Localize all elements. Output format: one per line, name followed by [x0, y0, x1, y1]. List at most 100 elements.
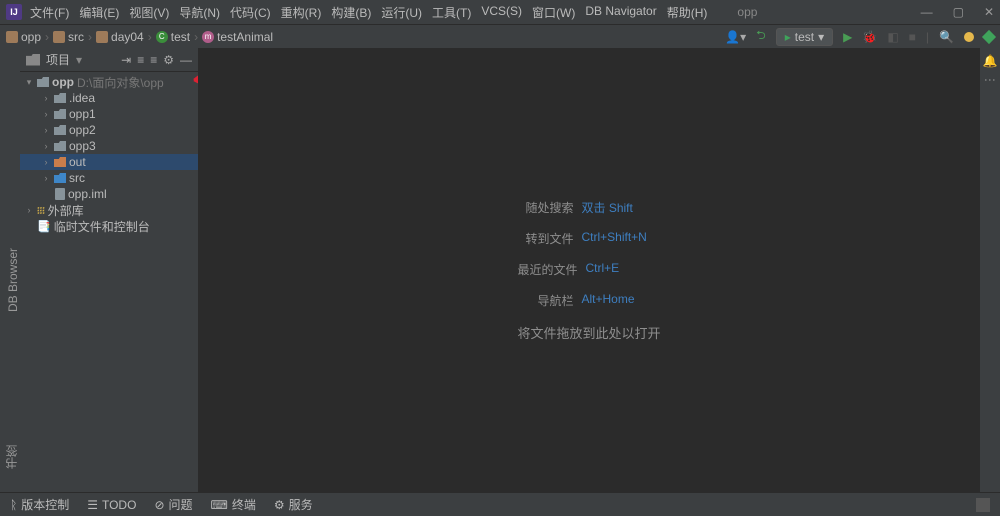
- menu-window[interactable]: 窗口(W): [532, 4, 575, 21]
- module-icon: [54, 125, 66, 135]
- notifications-icon[interactable]: 🔔: [983, 54, 998, 68]
- main-menu: 文件(F) 编辑(E) 视图(V) 导航(N) 代码(C) 重构(R) 构建(B…: [30, 4, 707, 21]
- run-config-dropdown[interactable]: ▸test▾: [776, 28, 833, 46]
- menu-build[interactable]: 构建(B): [331, 4, 371, 21]
- chevron-down-icon[interactable]: ▾: [76, 53, 82, 67]
- crumb-test[interactable]: Ctest: [156, 30, 190, 44]
- tool-window-toggle-icon[interactable]: [976, 498, 990, 512]
- tool-todo[interactable]: ☰TODO: [87, 498, 136, 512]
- toolbar-right: 👤▾ ⮌ ▸test▾ ▶ 🐞 ◧ ■ | 🔍: [725, 26, 994, 47]
- vcs-icon: ᚱ: [10, 498, 17, 512]
- project-icon: [26, 54, 40, 66]
- window-title: opp: [737, 5, 757, 19]
- menu-dbnav[interactable]: DB Navigator: [585, 4, 656, 21]
- ide-update-icon[interactable]: [964, 32, 974, 42]
- test-icon: C: [156, 31, 168, 43]
- tree-root[interactable]: ▾ opp D:\面向对象\opp: [20, 74, 198, 90]
- tree-item-opp2[interactable]: ›opp2: [20, 122, 198, 138]
- tree-item-idea[interactable]: ›.idea: [20, 90, 198, 106]
- maximize-icon[interactable]: ▢: [953, 5, 964, 19]
- build-icon[interactable]: ⮌: [756, 26, 766, 47]
- ide-status-icon[interactable]: [982, 29, 996, 43]
- module-icon: [37, 77, 49, 87]
- stop-icon[interactable]: ■: [909, 30, 916, 44]
- menu-tools[interactable]: 工具(T): [432, 4, 471, 21]
- menu-vcs[interactable]: VCS(S): [481, 4, 522, 21]
- method-icon: m: [202, 31, 214, 43]
- debug-icon[interactable]: 🐞: [862, 30, 877, 44]
- search-icon[interactable]: 🔍: [939, 30, 954, 44]
- problems-icon: ⊘: [154, 498, 164, 512]
- editor-empty-state: 随处搜索双击 Shift 转到文件Ctrl+Shift+N 最近的文件Ctrl+…: [198, 48, 980, 492]
- hide-icon[interactable]: —: [180, 53, 192, 67]
- gutter-db-browser[interactable]: DB Browser: [6, 244, 20, 316]
- close-icon[interactable]: ✕: [984, 5, 994, 19]
- folder-icon: [54, 93, 66, 103]
- crumb-opp[interactable]: opp: [6, 30, 41, 44]
- libraries-icon: ᎒᎒᎒: [37, 203, 45, 218]
- hint-goto-file: 转到文件Ctrl+Shift+N: [517, 230, 660, 247]
- output-folder-icon: [54, 157, 66, 167]
- menu-code[interactable]: 代码(C): [230, 4, 271, 21]
- tree-item-iml[interactable]: opp.iml: [20, 186, 198, 202]
- project-header-label[interactable]: 项目: [46, 51, 70, 68]
- scratches-icon: 📑: [37, 220, 51, 233]
- right-tool-gutter: 🔔 ⋮: [980, 48, 1000, 492]
- database-icon[interactable]: ⋮: [983, 74, 997, 86]
- menu-edit[interactable]: 编辑(E): [79, 4, 119, 21]
- menu-refactor[interactable]: 重构(R): [281, 4, 322, 21]
- folder-icon: [96, 31, 108, 43]
- tree-item-opp3[interactable]: ›opp3: [20, 138, 198, 154]
- tree-libs[interactable]: ›᎒᎒᎒外部库: [20, 202, 198, 218]
- project-tool-window: 项目 ▾ ⇥ ≡ ≡ ⚙ — ▾ opp D:\面向对象\opp ›.idea …: [20, 48, 198, 492]
- folder-icon: [6, 31, 18, 43]
- terminal-icon: ⌨: [211, 498, 228, 512]
- hint-navbar: 导航栏Alt+Home: [517, 292, 660, 309]
- collapse-all-icon[interactable]: ≡: [150, 53, 157, 67]
- source-folder-icon: [54, 173, 66, 183]
- left-gutter-bottom: 书签 结构: [0, 422, 20, 492]
- folder-icon: [53, 31, 65, 43]
- crumb-testanimal[interactable]: mtestAnimal: [202, 30, 273, 44]
- crumb-src[interactable]: src: [53, 30, 84, 44]
- gutter-bookmark[interactable]: 书签: [3, 445, 20, 469]
- tree-item-out[interactable]: ›out: [20, 154, 198, 170]
- tool-problems[interactable]: ⊘问题: [154, 496, 192, 513]
- gear-icon[interactable]: ⚙: [163, 53, 174, 67]
- expand-all-icon[interactable]: ≡: [137, 53, 144, 67]
- coverage-icon[interactable]: ◧: [887, 30, 898, 44]
- file-icon: [55, 188, 65, 200]
- menu-file[interactable]: 文件(F): [30, 4, 69, 21]
- hint-recent: 最近的文件Ctrl+E: [517, 261, 660, 278]
- crumb-day04[interactable]: day04: [96, 30, 144, 44]
- app-logo: IJ: [6, 4, 22, 20]
- menu-navigate[interactable]: 导航(N): [179, 4, 220, 21]
- services-icon: ⚙: [274, 498, 285, 512]
- module-icon: [54, 141, 66, 151]
- breadcrumb: opp › src › day04 › Ctest › mtestAnimal: [6, 30, 273, 44]
- project-tree: ▾ opp D:\面向对象\opp ›.idea ›opp1 ›opp2 ›op…: [20, 72, 198, 492]
- hint-drop: 将文件拖放到此处以打开: [517, 323, 660, 342]
- menu-run[interactable]: 运行(U): [381, 4, 422, 21]
- project-header: 项目 ▾ ⇥ ≡ ≡ ⚙ —: [20, 48, 198, 72]
- tool-vcs[interactable]: ᚱ版本控制: [10, 496, 69, 513]
- select-opened-icon[interactable]: ⇥: [121, 53, 131, 67]
- title-bar: IJ 文件(F) 编辑(E) 视图(V) 导航(N) 代码(C) 重构(R) 构…: [0, 0, 1000, 24]
- hint-search: 随处搜索双击 Shift: [517, 199, 660, 216]
- run-icon[interactable]: ▶: [843, 30, 852, 44]
- navigation-bar: opp › src › day04 › Ctest › mtestAnimal …: [0, 24, 1000, 48]
- bottom-tool-strip: ᚱ版本控制 ☰TODO ⊘问题 ⌨终端 ⚙服务: [0, 492, 1000, 516]
- todo-icon: ☰: [87, 498, 98, 512]
- user-icon[interactable]: 👤▾: [725, 30, 746, 44]
- module-icon: [54, 109, 66, 119]
- tree-item-opp1[interactable]: ›opp1: [20, 106, 198, 122]
- tree-scratches[interactable]: 📑临时文件和控制台: [20, 218, 198, 234]
- window-controls: — ▢ ✕: [921, 5, 994, 19]
- tool-services[interactable]: ⚙服务: [274, 496, 313, 513]
- expand-icon[interactable]: ▾: [24, 77, 34, 88]
- menu-help[interactable]: 帮助(H): [667, 4, 708, 21]
- menu-view[interactable]: 视图(V): [129, 4, 169, 21]
- tree-item-src[interactable]: ›src: [20, 170, 198, 186]
- minimize-icon[interactable]: —: [921, 5, 933, 19]
- tool-terminal[interactable]: ⌨终端: [211, 496, 256, 513]
